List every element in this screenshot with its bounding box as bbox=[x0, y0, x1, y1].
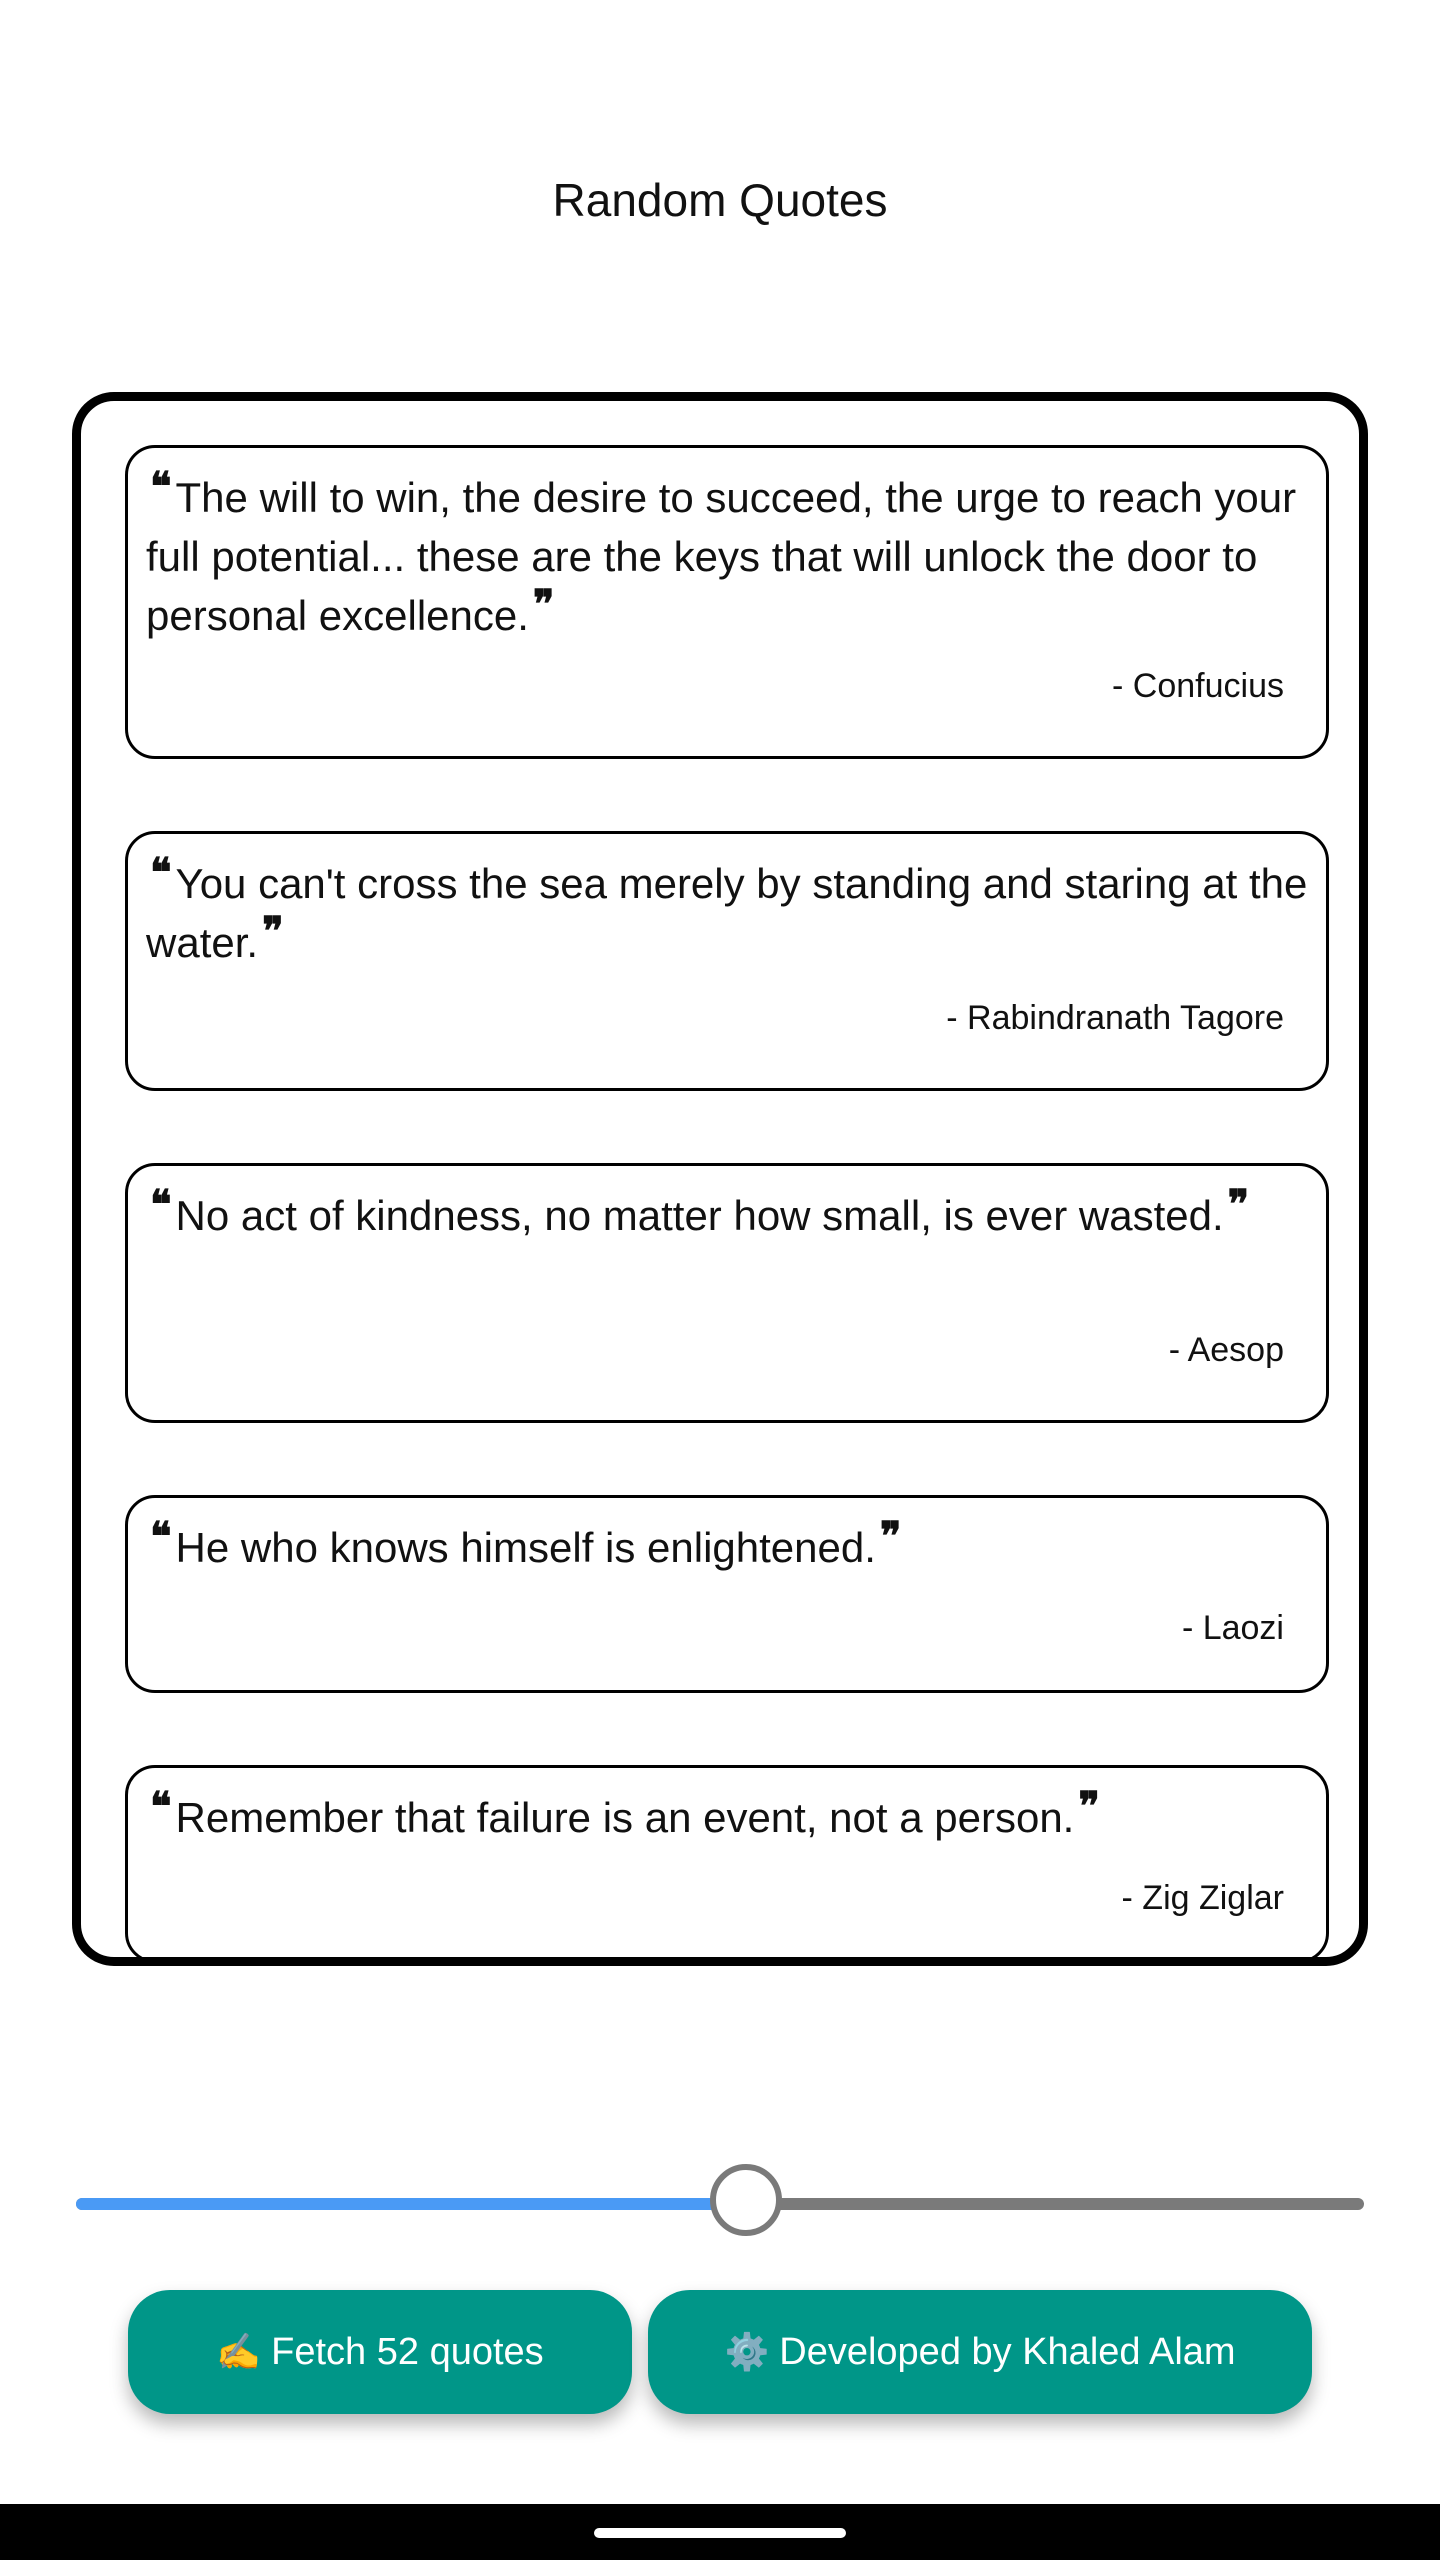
developer-button-label: Developed by Khaled Alam bbox=[779, 2331, 1236, 2373]
fetch-button-label: Fetch 52 quotes bbox=[271, 2331, 544, 2373]
close-quote-icon: ❞ bbox=[879, 1513, 902, 1560]
open-quote-icon: ❝ bbox=[150, 1181, 172, 1228]
close-quote-icon: ❞ bbox=[262, 908, 284, 955]
quote-text: ❝No act of kindness, no matter how small… bbox=[150, 1181, 1250, 1240]
quote-count-slider[interactable] bbox=[76, 2160, 1364, 2248]
close-quote-icon: ❞ bbox=[1227, 1181, 1250, 1228]
open-quote-icon: ❝ bbox=[150, 849, 172, 896]
quote-author: - Aesop bbox=[1168, 1331, 1284, 1369]
system-navigation-bar bbox=[0, 2504, 1440, 2560]
quote-card: ❝The will to win, the desire to succeed,… bbox=[125, 445, 1329, 759]
page-title: Random Quotes bbox=[552, 174, 888, 226]
open-quote-icon: ❝ bbox=[150, 1783, 172, 1830]
quote-text: ❝You can't cross the sea merely by stand… bbox=[146, 849, 1308, 967]
open-quote-icon: ❝ bbox=[150, 463, 172, 510]
quote-author: - Laozi bbox=[1181, 1609, 1284, 1647]
writing-hand-icon: ✍️ bbox=[216, 2331, 262, 2372]
quote-author: - Zig Ziglar bbox=[1121, 1879, 1284, 1917]
slider-thumb[interactable] bbox=[710, 2164, 782, 2236]
quote-text: ❝The will to win, the desire to succeed,… bbox=[146, 463, 1297, 640]
close-quote-icon: ❞ bbox=[532, 581, 555, 628]
gear-icon: ⚙️ bbox=[724, 2331, 770, 2372]
developer-button[interactable]: ⚙️ Developed by Khaled Alam bbox=[648, 2290, 1312, 2414]
slider-active-track[interactable] bbox=[76, 2198, 746, 2210]
home-indicator[interactable] bbox=[594, 2528, 846, 2538]
close-quote-icon: ❞ bbox=[1078, 1783, 1100, 1830]
quote-author: - Rabindranath Tagore bbox=[946, 999, 1284, 1037]
quote-card: ❝No act of kindness, no matter how small… bbox=[125, 1163, 1329, 1423]
quote-author: - Confucius bbox=[1112, 667, 1284, 705]
quote-card: ❝Remember that failure is an event, not … bbox=[125, 1765, 1329, 1957]
quotes-list[interactable]: ❝The will to win, the desire to succeed,… bbox=[72, 392, 1368, 1966]
quote-text: ❝Remember that failure is an event, not … bbox=[150, 1783, 1100, 1842]
quote-text: ❝He who knows himself is enlightened. ❞ bbox=[150, 1513, 902, 1572]
open-quote-icon: ❝ bbox=[150, 1513, 172, 1560]
quote-card: ❝You can't cross the sea merely by stand… bbox=[125, 831, 1329, 1091]
fetch-quotes-button[interactable]: ✍️ Fetch 52 quotes bbox=[128, 2290, 632, 2414]
quote-card: ❝He who knows himself is enlightened. ❞ -… bbox=[125, 1495, 1329, 1693]
